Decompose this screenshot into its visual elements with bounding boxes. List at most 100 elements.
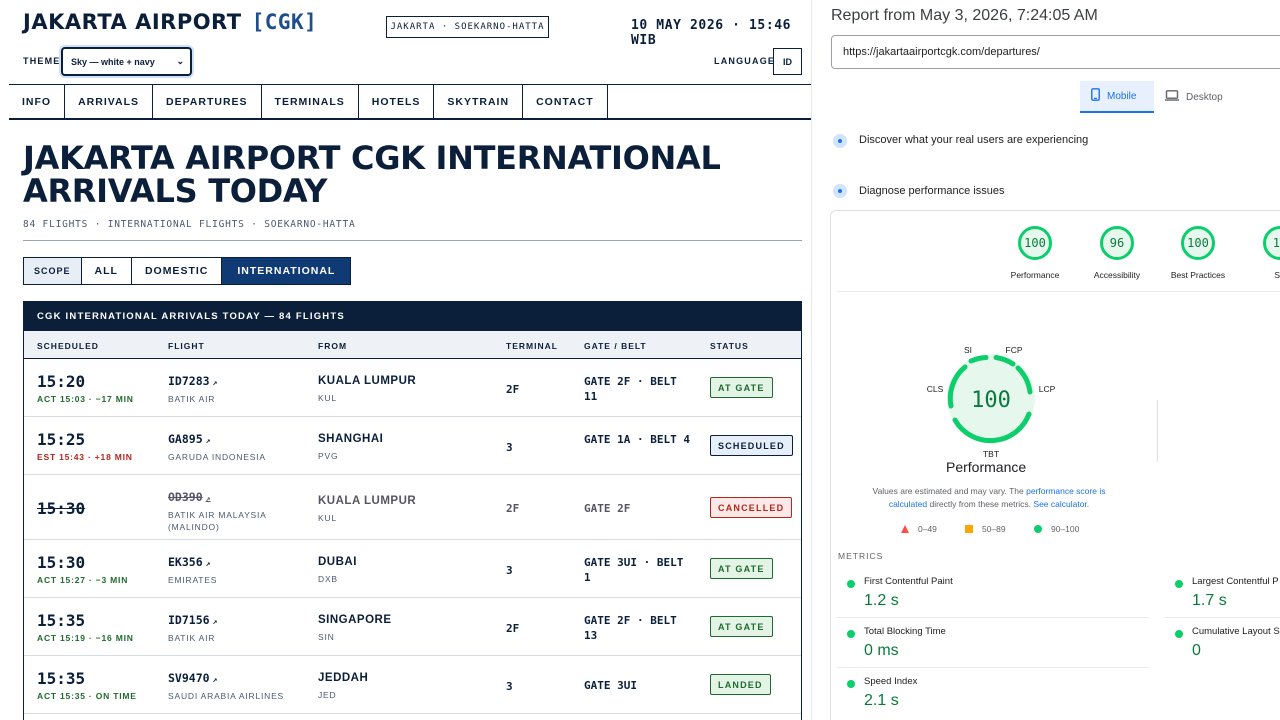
flight-number-link[interactable]: ID7156 ↗: [168, 613, 217, 627]
col-status: STATUS: [710, 341, 749, 351]
legend-label: 50–89: [982, 524, 1006, 534]
external-link-icon: ↗: [205, 436, 211, 445]
metric-value: 2.1 s: [864, 692, 899, 709]
site-logo[interactable]: JAKARTA AIRPORT [CGK]: [23, 10, 317, 34]
origin-city: SHANGHAI: [318, 433, 384, 445]
external-link-icon: ↗: [205, 494, 211, 503]
flight-number-link[interactable]: SV9470 ↗: [168, 671, 217, 685]
score-gauge-performance[interactable]: 100 Performance: [995, 226, 1075, 280]
main-score-label: Performance: [946, 459, 1027, 475]
score-gauge-best-practices[interactable]: 100 Best Practices: [1158, 226, 1238, 280]
gauge-label-tbt: TBT: [983, 449, 999, 459]
origin-city: JEDDAH: [318, 672, 369, 684]
terminal: 3: [506, 564, 513, 577]
flight-row[interactable]: 15:35 ACT 15:19 · −16 MIN ID7156 ↗ BATIK …: [24, 598, 801, 656]
external-link-icon: ↗: [205, 559, 211, 568]
gate-belt: GATE 2F · BELT 13: [584, 614, 677, 642]
estimated-time: EST 15:43 · +18 MIN: [37, 452, 133, 462]
airline-name: EMIRATES: [168, 575, 218, 585]
origin-city: DUBAI: [318, 556, 357, 568]
scheduled-time: 15:20: [37, 372, 86, 391]
discover-link[interactable]: Discover what your real users are experi…: [859, 134, 1088, 146]
note-text: directly from these metrics.: [929, 499, 1032, 509]
tab-mobile-label: Mobile: [1107, 90, 1137, 102]
nav-item-info[interactable]: INFO: [9, 85, 66, 119]
origin-iata: KUL: [318, 393, 337, 403]
scope-all-button[interactable]: ALL: [82, 258, 132, 284]
flight-number: SV9470: [168, 671, 210, 685]
flight-row[interactable]: 15:20 ACT 15:03 · −17 MIN ID7283 ↗ BATIK …: [24, 359, 801, 417]
scope-international-button[interactable]: INTERNATIONAL: [222, 258, 351, 284]
flight-row[interactable]: 15:30 OD390 ↗ BATIK AIR MALAYSIA (MALINDO…: [24, 475, 801, 540]
gate-belt: GATE 3UI · BELT 1: [584, 556, 684, 584]
origin-city: KUALA LUMPUR: [318, 495, 417, 507]
desktop-icon: [1165, 90, 1179, 104]
main-score: 100: [971, 388, 1011, 413]
scope-domestic-button[interactable]: DOMESTIC: [132, 258, 223, 284]
actual-time: ACT 15:35 · ON TIME: [37, 691, 137, 701]
estimate-note: Values are estimated and may vary. The p…: [863, 485, 1115, 511]
nav-item-departures[interactable]: DEPARTURES: [153, 85, 262, 119]
airport-site: JAKARTA AIRPORT [CGK] JAKARTA · SOEKARNO-…: [0, 0, 812, 720]
score-gauge-seo[interactable]: 10 SE: [1240, 226, 1280, 280]
theme-select[interactable]: Sky — white + navy ⌄: [61, 47, 192, 76]
diagnose-icon: [833, 184, 847, 198]
flight-number: ID7283: [168, 374, 210, 388]
tab-desktop-label: Desktop: [1186, 91, 1223, 103]
flight-number-link[interactable]: GA895 ↗: [168, 432, 210, 446]
flight-row[interactable]: 15:30 ACT 15:27 · −3 MIN EK356 ↗ EMIRATES…: [24, 540, 801, 598]
gate-belt: GATE 1A · BELT 4: [584, 433, 690, 446]
origin-iata: KUL: [318, 513, 337, 523]
nav-item-contact[interactable]: CONTACT: [523, 85, 608, 119]
airline-name: BATIK AIR: [168, 394, 216, 404]
board-column-headers: SCHEDULED FLIGHT FROM TERMINAL GATE / BE…: [24, 331, 801, 359]
scope-filter: SCOPE ALL DOMESTIC INTERNATIONAL: [23, 257, 352, 285]
metric-name: First Contentful Paint: [864, 576, 953, 587]
flight-number-link[interactable]: OD390 ↗: [168, 490, 210, 504]
tab-mobile[interactable]: Mobile: [1080, 81, 1154, 113]
score-value: 96: [1100, 226, 1134, 260]
status-badge: AT GATE: [710, 377, 773, 398]
status-badge: LANDED: [710, 674, 771, 695]
status-badge: SCHEDULED: [710, 435, 793, 456]
legend-pass: 90–100: [1034, 524, 1079, 534]
score-gauge-accessibility[interactable]: 96 Accessibility: [1077, 226, 1157, 280]
gauge-label-fcp: FCP: [1006, 345, 1023, 355]
board-heading: CGK INTERNATIONAL ARRIVALS TODAY — 84 FL…: [24, 302, 801, 331]
origin-iata: JED: [318, 690, 337, 700]
language-button[interactable]: ID: [773, 48, 802, 75]
brand-code: [CGK]: [251, 10, 318, 34]
flight-number-link[interactable]: ID7283 ↗: [168, 374, 217, 388]
gate-belt: GATE 2F: [584, 502, 631, 515]
flight-number-link[interactable]: EK356 ↗: [168, 555, 210, 569]
nav-item-terminals[interactable]: TERMINALS: [262, 85, 359, 119]
calculator-link[interactable]: See calculator.: [1033, 499, 1089, 509]
score-label: Best Practices: [1170, 270, 1226, 280]
gate-belt: GATE 2F · BELT 11: [584, 375, 677, 403]
airline-name: BATIK AIR: [168, 633, 216, 643]
nav-item-hotels[interactable]: HOTELS: [359, 85, 435, 119]
divider: [837, 667, 1149, 668]
flight-row[interactable]: 15:35 ACT 15:35 · ON TIME SV9470 ↗ SAUDI …: [24, 656, 801, 714]
score-value: 10: [1263, 226, 1280, 260]
pass-dot: [847, 630, 855, 638]
pass-dot: [1175, 580, 1183, 588]
origin-city: SINGAPORE: [318, 614, 392, 626]
tab-desktop[interactable]: Desktop: [1165, 81, 1223, 113]
url-input[interactable]: https://jakartaairportcgk.com/departures…: [831, 35, 1280, 69]
nav-item-skytrain[interactable]: SKYTRAIN: [434, 85, 524, 119]
airline-name: SAUDI ARABIA AIRLINES: [168, 691, 285, 701]
divider: [1157, 400, 1158, 462]
note-text: Values are estimated and may vary. The: [872, 486, 1024, 496]
legend-average: 50–89: [965, 524, 1006, 534]
square-icon: [965, 525, 973, 533]
airline-name: BATIK AIR MALAYSIA (MALINDO): [168, 510, 267, 532]
nav-item-arrivals[interactable]: ARRIVALS: [65, 85, 153, 119]
col-flight: FLIGHT: [168, 341, 205, 351]
legend-fail: 0–49: [901, 524, 937, 534]
flight-row[interactable]: 15:25 EST 15:43 · +18 MIN GA895 ↗ GARUDA …: [24, 417, 801, 475]
status-badge: CANCELLED: [710, 497, 793, 518]
gauge-label-lcp: LCP: [1039, 384, 1056, 394]
metric-name: Speed Index: [864, 676, 918, 687]
pass-dot: [1175, 630, 1183, 638]
